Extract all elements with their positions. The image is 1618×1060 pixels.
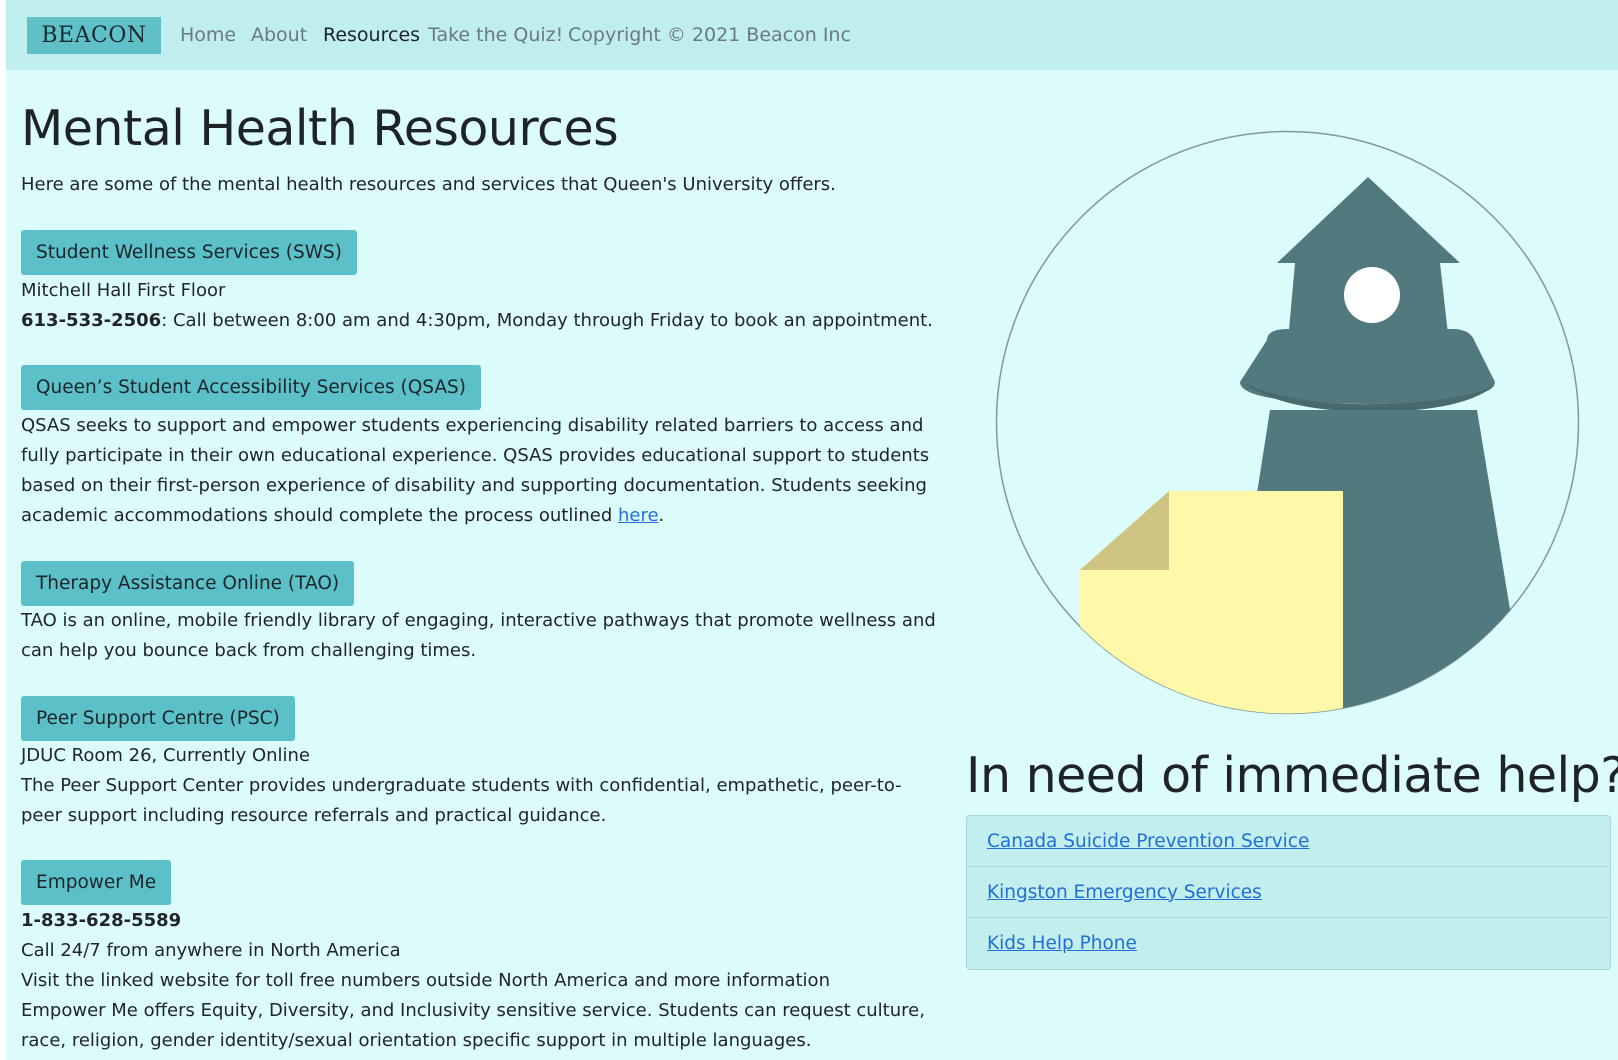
psc-location: JDUC Room 26, Currently Online	[21, 745, 311, 766]
help-list: Canada Suicide Prevention Service Kingst…	[966, 815, 1611, 970]
lighthouse-logo-icon	[995, 130, 1580, 715]
sws-location: Mitchell Hall First Floor	[21, 280, 226, 301]
lighthouse-window	[1344, 267, 1400, 323]
empower-phone: 1-833-628-5589	[21, 910, 182, 931]
tao-button[interactable]: Therapy Assistance Online (TAO)	[21, 561, 355, 606]
psc-description: The Peer Support Center provides undergr…	[21, 775, 902, 826]
empower-button[interactable]: Empower Me	[21, 860, 172, 905]
empower-line-1: Call 24/7 from anywhere in North America	[21, 940, 401, 961]
qsas-description: QSAS seeks to support and empower studen…	[21, 411, 941, 531]
sws-button[interactable]: Student Wellness Services (SWS)	[21, 230, 357, 275]
help-list-item: Kingston Emergency Services	[967, 867, 1610, 918]
qsas-button[interactable]: Queen’s Student Accessibility Services (…	[21, 365, 481, 410]
nav-about[interactable]: About	[251, 22, 307, 48]
empower-line-2: Visit the linked website for toll free n…	[21, 970, 830, 991]
nav-quiz[interactable]: Take the Quiz!	[428, 22, 563, 48]
qsas-period: .	[658, 505, 665, 526]
kids-help-phone-link[interactable]: Kids Help Phone	[987, 933, 1137, 954]
lighthouse-logo	[995, 130, 1580, 715]
help-list-item: Kids Help Phone	[967, 918, 1610, 969]
psc-button[interactable]: Peer Support Centre (PSC)	[21, 696, 295, 741]
kingston-emergency-link[interactable]: Kingston Emergency Services	[987, 882, 1262, 903]
qsas-here-link[interactable]: here	[618, 505, 659, 526]
help-list-item: Canada Suicide Prevention Service	[967, 816, 1610, 867]
sws-hours: : Call between 8:00 am and 4:30pm, Monda…	[161, 310, 933, 331]
lighthouse-gallery	[1240, 329, 1495, 404]
canada-suicide-prevention-link[interactable]: Canada Suicide Prevention Service	[987, 831, 1309, 852]
tao-description: TAO is an online, mobile friendly librar…	[21, 610, 936, 661]
help-heading: In need of immediate help?	[966, 747, 1618, 804]
intro-text: Here are some of the mental health resou…	[21, 174, 836, 195]
qsas-text: QSAS seeks to support and empower studen…	[21, 415, 930, 526]
page-title: Mental Health Resources	[21, 100, 619, 157]
sws-phone: 613-533-2506	[21, 310, 162, 331]
sws-phone-line: 613-533-2506: Call between 8:00 am and 4…	[21, 306, 933, 336]
brand-logo[interactable]: BEACON	[27, 17, 161, 54]
navbar: BEACON Home About Resources Take the Qui…	[6, 0, 1618, 70]
empower-description: Empower Me offers Equity, Diversity, and…	[21, 1000, 925, 1051]
nav-resources[interactable]: Resources	[323, 22, 420, 48]
nav-copyright: Copyright © 2021 Beacon Inc	[568, 24, 851, 46]
nav-home[interactable]: Home	[180, 22, 236, 48]
